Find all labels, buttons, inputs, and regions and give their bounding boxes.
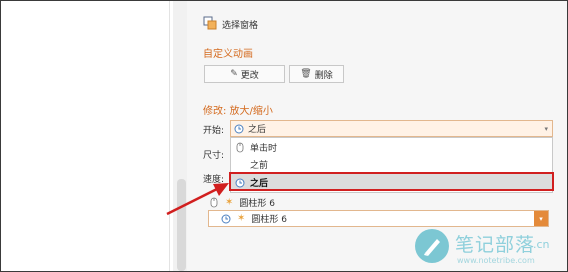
item-menu-chevron-icon[interactable]: ▾ [534, 211, 548, 226]
start-select-value: 之后 [248, 125, 267, 135]
change-button[interactable]: ✎ 更改 [204, 65, 285, 83]
star-effect-icon: ✶ [225, 196, 234, 208]
animation-list-item-selected[interactable]: ✶ 圆柱形 6 ▾ [208, 210, 549, 227]
clock-icon [234, 124, 244, 133]
delete-button[interactable]: 🗑 删除 [289, 65, 344, 83]
screenshot-frame: 选择窗格 自定义动画 ✎ 更改 🗑 删除 修改: 放大/缩小 开始: 之后 ▾ … [0, 0, 568, 272]
size-label: 尺寸: [203, 151, 225, 161]
watermark-logo: 笔记部落 .cn www.notetribe.com [415, 229, 565, 269]
animation-item-label: 圆柱形 6 [239, 198, 275, 209]
start-select[interactable]: 之后 ▾ [230, 120, 553, 137]
option-label: 单击时 [250, 144, 278, 154]
slide-area-edge [169, 1, 170, 271]
clock-icon [221, 214, 231, 223]
highlight-box [229, 172, 554, 191]
chevron-down-icon: ▾ [544, 125, 548, 133]
option-label: 之前 [250, 161, 269, 171]
mouse-icon [236, 142, 244, 153]
start-label: 开始: [203, 126, 225, 136]
delete-button-label: 删除 [314, 70, 333, 81]
pencil-icon: ✎ [230, 69, 238, 79]
star-effect-icon: ✶ [237, 213, 246, 224]
change-button-label: 更改 [240, 70, 259, 81]
watermark-title: 笔记部落 [455, 234, 536, 256]
animation-item-label: 圆柱形 6 [251, 215, 287, 225]
watermark-suffix: .cn [533, 238, 550, 251]
pen-logo-icon [415, 229, 449, 263]
selection-pane-icon[interactable] [203, 16, 217, 30]
section-title: 自定义动画 [203, 49, 253, 60]
selection-pane-link[interactable]: 选择窗格 [222, 18, 258, 31]
modify-label: 修改: 放大/缩小 [203, 106, 273, 117]
mouse-icon [210, 197, 218, 207]
option-on-click[interactable]: 单击时 [231, 139, 552, 156]
watermark-url: www.notetribe.com [457, 256, 535, 265]
animation-list-item[interactable]: ✶ 圆柱形 6 [209, 194, 275, 210]
trash-icon: 🗑 [300, 69, 312, 79]
option-with-previous[interactable]: 之前 [231, 156, 552, 173]
